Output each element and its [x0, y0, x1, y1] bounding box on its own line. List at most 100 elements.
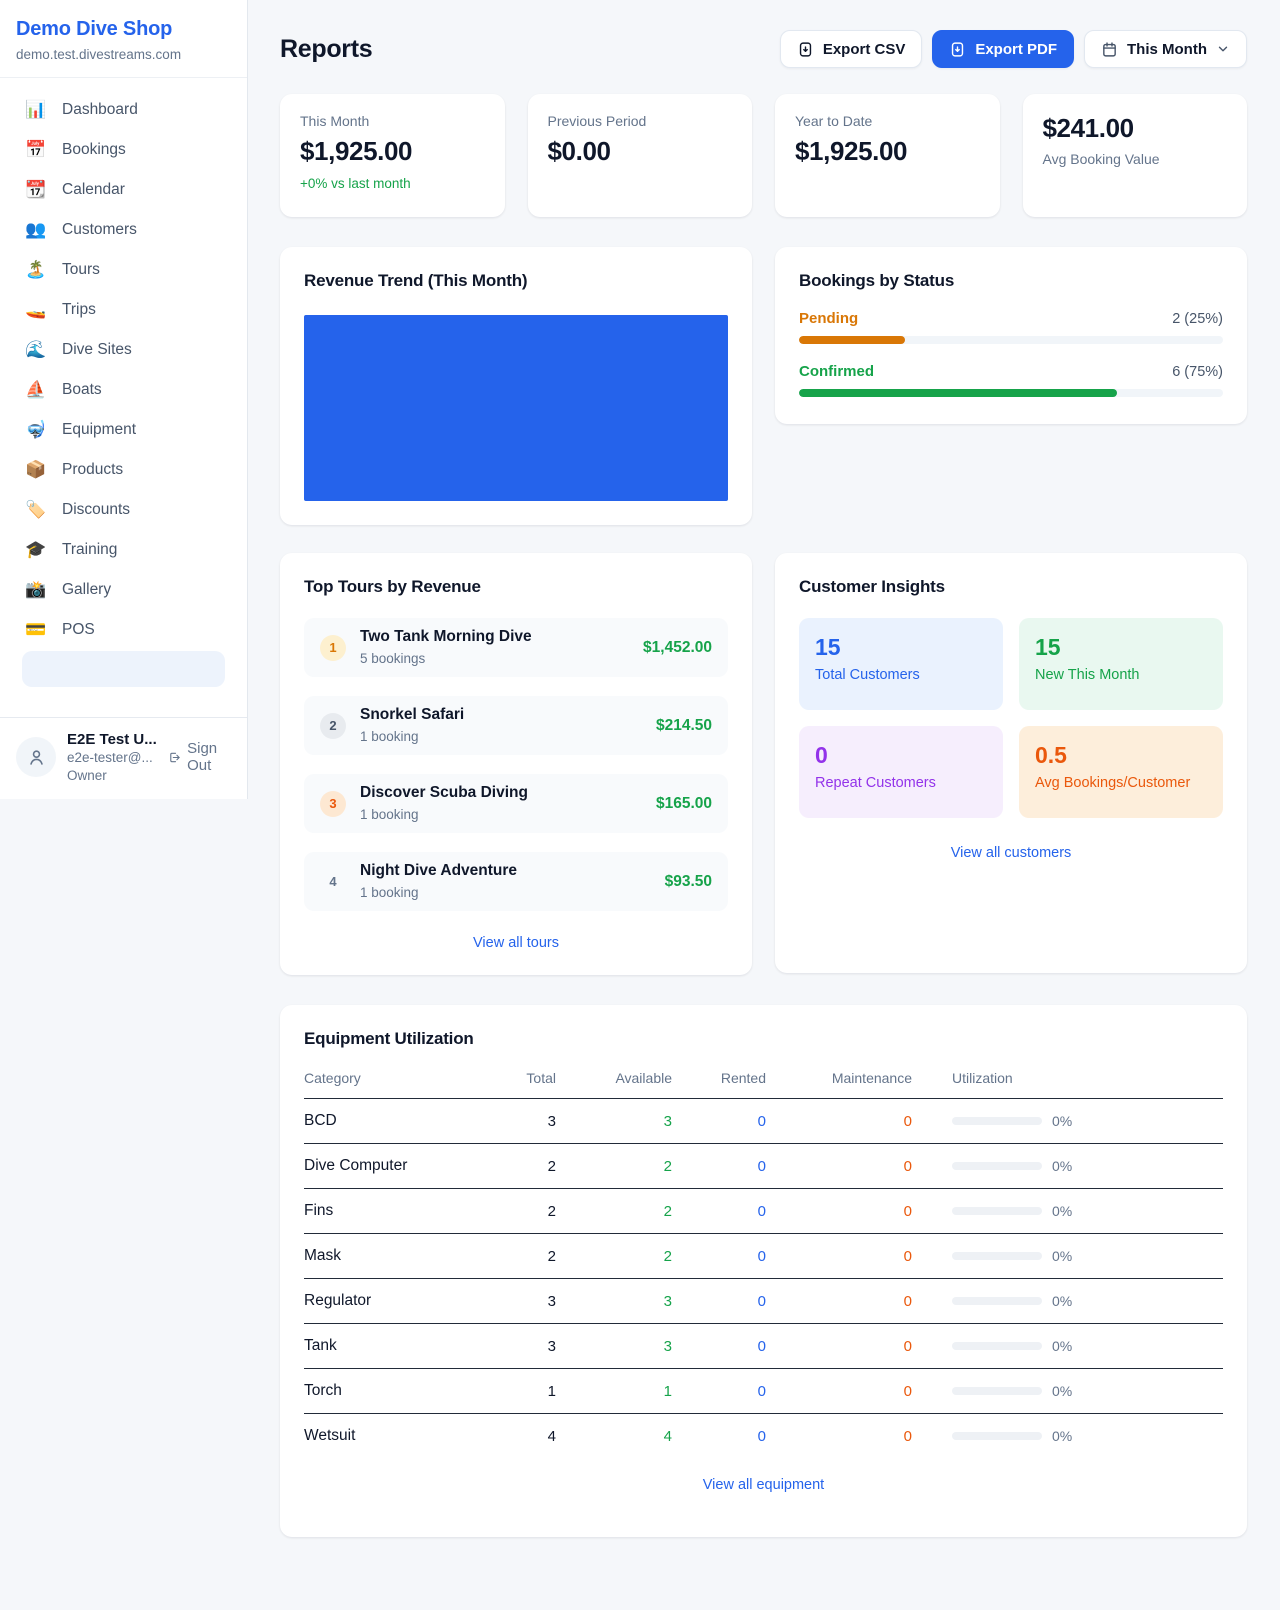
tile-repeat-customers: 0 Repeat Customers	[799, 726, 1003, 818]
stat-card-avg-booking-value: $241.00 Avg Booking Value	[1023, 94, 1248, 217]
period-label: This Month	[1127, 41, 1207, 58]
tile-value: 0	[815, 742, 987, 769]
cell-maintenance: 0	[766, 1338, 912, 1355]
utilization-text: 0%	[1052, 1383, 1072, 1399]
sidebar-item-pos[interactable]: 💳POS	[12, 610, 235, 649]
sidebar-item-products[interactable]: 📦 Products	[12, 450, 235, 489]
pos-icon: 💳	[24, 620, 48, 639]
col-total: Total	[474, 1070, 556, 1086]
sidebar-item-calendar[interactable]: 📆Calendar	[12, 170, 235, 209]
cell-available: 2	[556, 1203, 672, 1220]
view-all-tours-link[interactable]: View all tours	[304, 935, 728, 951]
tour-row: 4 Night Dive Adventure 1 booking $93.50	[304, 852, 728, 911]
sidebar-nav: 📊Dashboard 📅Bookings 📆Calendar 👥Customer…	[0, 78, 247, 700]
customer-insights-title: Customer Insights	[799, 577, 1223, 597]
sidebar-item-customers[interactable]: 👥Customers	[12, 210, 235, 249]
table-row: Regulator 3 3 0 0 0%	[304, 1279, 1223, 1324]
dashboard-icon: 📊	[24, 100, 48, 119]
sidebar-item-dive-sites[interactable]: 🌊Dive Sites	[12, 330, 235, 369]
sidebar-item-label: Training	[62, 540, 117, 559]
cell-rented: 0	[672, 1293, 766, 1310]
cell-utilization: 0%	[912, 1113, 1223, 1129]
utilization-text: 0%	[1052, 1203, 1072, 1219]
cell-available: 3	[556, 1293, 672, 1310]
tour-bookings: 1 booking	[360, 727, 464, 747]
cell-utilization: 0%	[912, 1338, 1223, 1354]
sidebar-item-training[interactable]: 🎓Training	[12, 530, 235, 569]
sidebar-item-bookings[interactable]: 📅Bookings	[12, 130, 235, 169]
tour-row: 3 Discover Scuba Diving 1 booking $165.0…	[304, 774, 728, 833]
rank-badge: 4	[320, 869, 346, 895]
tile-new-this-month: 15 New This Month	[1019, 618, 1223, 710]
stat-label: Avg Booking Value	[1043, 151, 1228, 167]
cell-available: 4	[556, 1428, 672, 1445]
utilization-text: 0%	[1052, 1158, 1072, 1174]
sidebar-item-dashboard[interactable]: 📊Dashboard	[12, 90, 235, 129]
sidebar-item-boats[interactable]: ⛵Boats	[12, 370, 235, 409]
progress-track	[799, 389, 1223, 397]
cell-maintenance: 0	[766, 1113, 912, 1130]
sidebar-item-label: Trips	[62, 300, 96, 319]
tour-row: 2 Snorkel Safari 1 booking $214.50	[304, 696, 728, 755]
table-row: Tank 3 3 0 0 0%	[304, 1324, 1223, 1369]
cell-total: 2	[474, 1203, 556, 1220]
table-row: Wetsuit 4 4 0 0 0%	[304, 1414, 1223, 1458]
table-row: Dive Computer 2 2 0 0 0%	[304, 1144, 1223, 1189]
products-icon: 📦	[24, 460, 48, 479]
bookings-icon: 📅	[24, 140, 48, 159]
export-csv-button[interactable]: Export CSV	[780, 30, 923, 68]
sidebar-item-label: Gallery	[62, 580, 111, 599]
sidebar-item-label: Equipment	[62, 420, 136, 439]
stat-card-previous-period: Previous Period $0.00	[528, 94, 753, 217]
cell-rented: 0	[672, 1203, 766, 1220]
cell-available: 1	[556, 1383, 672, 1400]
sidebar-item-trips[interactable]: 🚤Trips	[12, 290, 235, 329]
stat-delta: +0% vs last month	[300, 176, 485, 191]
period-dropdown[interactable]: This Month	[1084, 30, 1247, 68]
view-all-customers-link[interactable]: View all customers	[799, 845, 1223, 861]
tile-value: 0.5	[1035, 742, 1207, 769]
table-row: Fins 2 2 0 0 0%	[304, 1189, 1223, 1234]
charts-row: Revenue Trend (This Month) Bookings by S…	[280, 247, 1247, 525]
sidebar-item-discounts[interactable]: 🏷️Discounts	[12, 490, 235, 529]
export-pdf-button[interactable]: Export PDF	[932, 30, 1074, 68]
top-tours-title: Top Tours by Revenue	[304, 577, 728, 597]
status-label: Confirmed	[799, 363, 874, 380]
status-value: 2 (25%)	[1172, 311, 1223, 327]
customer-insights-card: Customer Insights 15 Total Customers 15 …	[775, 553, 1247, 973]
cell-category: Torch	[304, 1382, 474, 1400]
sidebar-user-footer: E2E Test U... e2e-tester@... Owner Sign …	[0, 717, 247, 799]
sidebar-item-partial[interactable]	[22, 651, 225, 687]
utilization-track	[952, 1432, 1042, 1440]
reports-page: Demo Dive Shop demo.test.divestreams.com…	[0, 0, 1280, 1610]
sidebar-item-label: Products	[62, 460, 123, 479]
sidebar-item-tours[interactable]: 🏝️Tours	[12, 250, 235, 289]
tour-name: Snorkel Safari	[360, 704, 464, 726]
sidebar-item-gallery[interactable]: 📸Gallery	[12, 570, 235, 609]
status-label: Pending	[799, 310, 858, 327]
utilization-track	[952, 1297, 1042, 1305]
insight-tiles: 15 Total Customers 15 New This Month 0 R…	[799, 618, 1223, 818]
progress-fill	[799, 389, 1117, 397]
cell-total: 1	[474, 1383, 556, 1400]
cell-rented: 0	[672, 1248, 766, 1265]
cell-rented: 0	[672, 1113, 766, 1130]
top-tours-card: Top Tours by Revenue 1 Two Tank Morning …	[280, 553, 752, 975]
cell-rented: 0	[672, 1428, 766, 1445]
col-rented: Rented	[672, 1070, 766, 1086]
cell-utilization: 0%	[912, 1158, 1223, 1174]
equipment-title: Equipment Utilization	[304, 1029, 1223, 1049]
tile-label: Repeat Customers	[815, 775, 987, 791]
progress-fill	[799, 336, 905, 344]
view-all-equipment-link[interactable]: View all equipment	[304, 1477, 1223, 1493]
sidebar-item-equipment[interactable]: 🤿Equipment	[12, 410, 235, 449]
tour-revenue: $1,452.00	[643, 639, 712, 657]
cell-rented: 0	[672, 1158, 766, 1175]
sign-out-icon	[168, 749, 181, 766]
stat-label: Previous Period	[548, 113, 733, 129]
cell-category: Mask	[304, 1247, 474, 1265]
user-role: Owner	[67, 767, 157, 785]
bookings-by-status-title: Bookings by Status	[799, 271, 1223, 291]
tile-label: New This Month	[1035, 667, 1207, 683]
sign-out-button[interactable]: Sign Out	[168, 740, 233, 774]
